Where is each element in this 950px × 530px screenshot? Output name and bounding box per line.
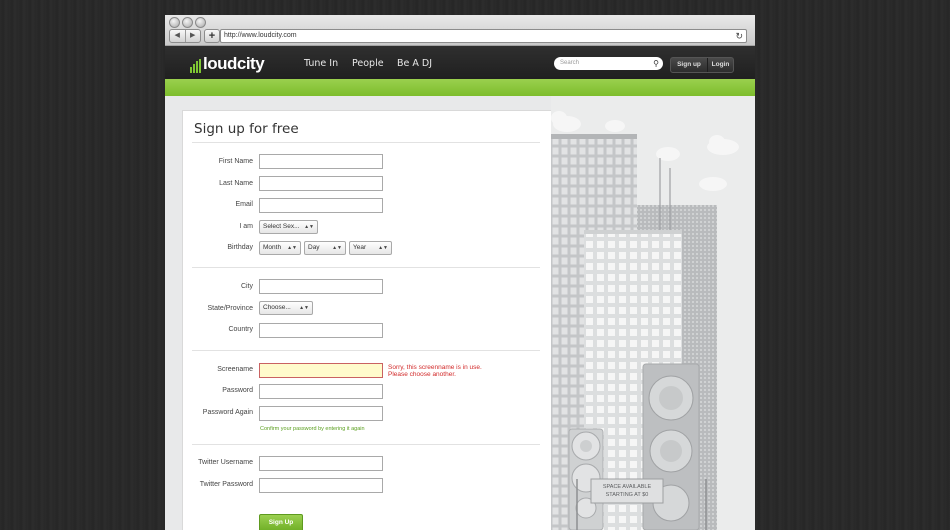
minimize-window-button[interactable] xyxy=(182,17,193,28)
divider xyxy=(192,350,540,351)
city-illustration: SPACE AVAILABLE STARTING AT $0 xyxy=(551,96,755,530)
address-url: http://www.loudcity.com xyxy=(224,32,297,39)
divider xyxy=(192,142,540,143)
search-icon[interactable]: ⚲ xyxy=(653,58,659,69)
browser-titlebar: ◀ ▶ + http://www.loudcity.com ↻ xyxy=(165,15,755,46)
logo-text: loudcity xyxy=(203,54,265,73)
history-buttons: ◀ ▶ xyxy=(169,29,201,43)
ad-space-panel[interactable]: SPACE AVAILABLE STARTING AT $0 xyxy=(591,479,663,503)
screename-field[interactable] xyxy=(259,363,383,378)
state-label: State/Province xyxy=(207,305,253,312)
state-select[interactable]: Choose... ▲▼ xyxy=(259,301,313,315)
country-label: Country xyxy=(228,326,253,333)
sign-up-button[interactable]: Sign Up xyxy=(259,514,303,530)
birthday-month-select[interactable]: Month ▲▼ xyxy=(259,241,301,255)
nav-tune-in[interactable]: Tune In xyxy=(304,58,338,69)
logo-bars-icon xyxy=(190,59,201,73)
add-bookmark-button[interactable]: + xyxy=(204,29,220,43)
last-name-field[interactable] xyxy=(259,176,383,191)
last-name-label: Last Name xyxy=(219,180,253,187)
select-arrows-icon: ▲▼ xyxy=(378,245,388,251)
nav-be-a-dj[interactable]: Be A DJ xyxy=(397,58,432,69)
country-field[interactable] xyxy=(259,323,383,338)
birthday-day-select[interactable]: Day ▲▼ xyxy=(304,241,346,255)
loudcity-logo[interactable]: loudcity xyxy=(190,53,265,73)
password-again-label: Password Again xyxy=(202,409,253,416)
reload-icon[interactable]: ↻ xyxy=(735,30,743,42)
twitter-username-label: Twitter Username xyxy=(198,459,253,466)
twitter-username-field[interactable] xyxy=(259,456,383,471)
header-signup-button[interactable]: Sign up xyxy=(671,58,708,72)
sex-select[interactable]: Select Sex... ▲▼ xyxy=(259,220,318,234)
back-icon[interactable]: ◀ xyxy=(170,30,186,42)
password-again-field[interactable] xyxy=(259,406,383,421)
screename-error: Sorry, this screenname is in use. Please… xyxy=(388,364,482,378)
select-arrows-icon: ▲▼ xyxy=(332,245,342,251)
close-window-button[interactable] xyxy=(169,17,180,28)
email-field[interactable] xyxy=(259,198,383,213)
page-content: Sign up for free First Name Last Name Em… xyxy=(165,96,755,530)
browser-window: ◀ ▶ + http://www.loudcity.com ↻ loudcity… xyxy=(165,15,755,530)
select-arrows-icon: ▲▼ xyxy=(299,305,309,311)
site-header: loudcity Tune In People Be A DJ Search ⚲… xyxy=(165,46,755,79)
password-hint: Confirm your password by entering it aga… xyxy=(260,426,365,432)
password-field[interactable] xyxy=(259,384,383,399)
first-name-label: First Name xyxy=(218,158,253,165)
twitter-password-field[interactable] xyxy=(259,478,383,493)
password-label: Password xyxy=(222,387,253,394)
city-label: City xyxy=(240,283,253,290)
auth-buttons: Sign up Login xyxy=(670,57,734,73)
twitter-password-label: Twitter Password xyxy=(199,481,253,488)
city-skyline-illustration xyxy=(551,96,755,530)
first-name-field[interactable] xyxy=(259,154,383,169)
divider xyxy=(192,444,540,445)
forward-icon[interactable]: ▶ xyxy=(186,30,201,42)
select-arrows-icon: ▲▼ xyxy=(304,224,314,230)
signup-form: Sign up for free First Name Last Name Em… xyxy=(182,110,553,530)
select-arrows-icon: ▲▼ xyxy=(287,245,297,251)
divider xyxy=(192,267,540,268)
zoom-window-button[interactable] xyxy=(195,17,206,28)
page-title: Sign up for free xyxy=(194,121,299,137)
birthday-label: Birthday xyxy=(227,244,253,251)
nav-people[interactable]: People xyxy=(352,58,384,69)
sex-label: I am xyxy=(239,223,253,230)
city-field[interactable] xyxy=(259,279,383,294)
birthday-year-select[interactable]: Year ▲▼ xyxy=(349,241,392,255)
address-bar[interactable]: http://www.loudcity.com ↻ xyxy=(220,29,747,43)
email-label: Email xyxy=(235,201,253,208)
header-login-button[interactable]: Login xyxy=(708,58,733,72)
screename-label: Screename xyxy=(217,366,253,373)
search-input[interactable]: Search ⚲ xyxy=(554,57,663,70)
green-banner xyxy=(165,79,755,96)
search-placeholder: Search xyxy=(560,60,580,66)
